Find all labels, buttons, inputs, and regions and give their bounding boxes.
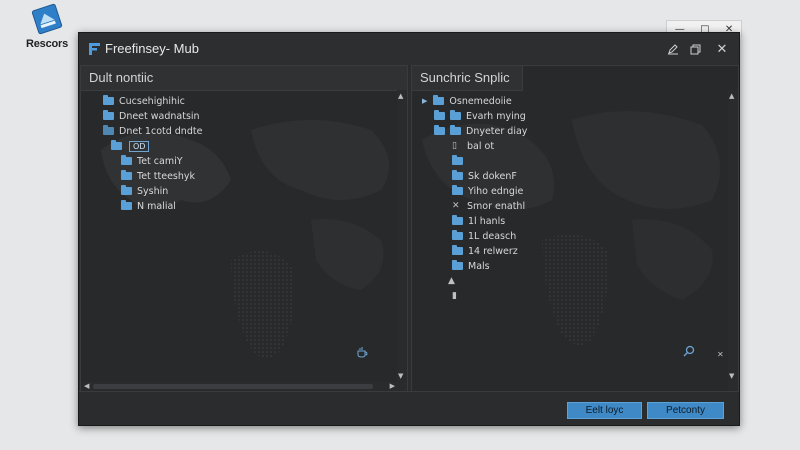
- main-window: Freefinsey- Mub ✕ Dult nontiic Cucsehigh…: [78, 32, 740, 426]
- search-icon[interactable]: [682, 344, 696, 358]
- left-pane-header: Dult nontiic: [81, 66, 407, 91]
- tree-item[interactable]: N malial: [121, 199, 176, 213]
- folder-icon: [103, 125, 114, 135]
- tree-item[interactable]: OD: [111, 139, 150, 153]
- tree-item[interactable]: ▯ bal ot: [452, 139, 494, 153]
- folder-icon: [433, 95, 445, 105]
- x-icon: ✕: [452, 201, 460, 211]
- tree-item[interactable]: ▲: [448, 274, 463, 288]
- tree-item[interactable]: Dnyeter diay: [434, 124, 527, 138]
- folder-icon: [111, 140, 122, 150]
- tree-item[interactable]: Dnet 1cotd dndte: [103, 124, 202, 138]
- cup-icon: [357, 347, 368, 358]
- scroll-down-icon[interactable]: ▼: [729, 372, 734, 380]
- folder-icon: [103, 110, 114, 120]
- tree-item[interactable]: 1l hanls: [452, 214, 505, 228]
- tree-item[interactable]: ▮: [452, 289, 467, 303]
- right-vertical-scrollbar[interactable]: ▲ ▼: [728, 90, 738, 392]
- tree-item[interactable]: ▶ Osnemedoiie: [422, 94, 512, 108]
- scroll-thumb[interactable]: [93, 384, 373, 389]
- tree-item[interactable]: [452, 154, 468, 168]
- app-logo-icon: [89, 43, 100, 55]
- expand-arrow-icon[interactable]: ▶: [422, 97, 427, 105]
- tree-item[interactable]: Sk dokenF: [452, 169, 517, 183]
- item-tag: OD: [129, 140, 150, 152]
- tree-item[interactable]: Evarh mying: [434, 109, 526, 123]
- right-pane-header: Sunchric Snplic: [412, 66, 523, 91]
- desktop-icon[interactable]: Rescors: [22, 2, 72, 50]
- left-pane: Dult nontiic Cucsehighihic Dneet wadnats…: [80, 65, 408, 393]
- folder-icon: [452, 215, 463, 225]
- desktop-icon-label: Rescors: [25, 38, 68, 50]
- title-bar[interactable]: Freefinsey- Mub ✕: [79, 33, 739, 65]
- window-title: Freefinsey- Mub: [105, 41, 199, 56]
- tree-item[interactable]: 14 relwerz: [452, 244, 518, 258]
- close-button[interactable]: ✕: [711, 39, 733, 59]
- folder-icon: [452, 245, 463, 255]
- folder-icon: [103, 95, 114, 105]
- tree-item[interactable]: Syshin: [121, 184, 168, 198]
- folder-icon: [450, 125, 461, 135]
- folder-icon: [450, 110, 461, 120]
- tree-item[interactable]: Tet camiY: [121, 154, 183, 168]
- scroll-up-icon[interactable]: ▲: [729, 92, 734, 100]
- right-pane: Sunchric Snplic ▶ Osnemedoiie Evarh myin…: [411, 65, 739, 393]
- tilted-blue-app-icon: [30, 2, 64, 36]
- restore-button[interactable]: [684, 39, 706, 59]
- folder-icon: [121, 155, 132, 165]
- scroll-right-icon[interactable]: ▶: [390, 382, 395, 390]
- tree-item[interactable]: Yiho edngie: [452, 184, 523, 198]
- folder-icon: [434, 110, 445, 120]
- folder-icon: [434, 125, 445, 135]
- resize-corner-icon[interactable]: ✕: [717, 350, 724, 359]
- scroll-left-icon[interactable]: ◀: [84, 382, 89, 390]
- pen-button[interactable]: [662, 39, 684, 59]
- folder-icon: [452, 185, 463, 195]
- tree-item[interactable]: Dneet wadnatsin: [103, 109, 200, 123]
- scroll-up-icon[interactable]: ▲: [398, 92, 403, 100]
- close-icon: ✕: [716, 41, 728, 57]
- tree-item[interactable]: Tet tteeshyk: [121, 169, 195, 183]
- folder-icon: [452, 260, 463, 270]
- scroll-down-icon[interactable]: ▼: [398, 372, 403, 380]
- tree-item[interactable]: ✕ Smor enathl: [452, 199, 525, 213]
- folder-icon: [121, 200, 132, 210]
- folder-icon: [121, 185, 132, 195]
- folder-icon: [452, 155, 463, 165]
- document-icon: ▯: [452, 141, 457, 151]
- tree-item[interactable]: 1L deasch: [452, 229, 516, 243]
- folder-icon: [121, 170, 132, 180]
- footer-bar: Eelt loyc Petconty: [79, 391, 739, 425]
- folder-icon: [452, 170, 463, 180]
- restore-icon: [690, 44, 700, 54]
- primary-button[interactable]: Eelt loyc: [567, 402, 642, 419]
- drive-icon: ▲: [448, 276, 455, 286]
- secondary-button[interactable]: Petconty: [647, 402, 724, 419]
- folder-icon: [452, 230, 463, 240]
- file-icon: ▮: [452, 291, 457, 301]
- left-vertical-scrollbar[interactable]: ▲ ▼: [397, 90, 407, 392]
- pen-icon: [668, 44, 678, 55]
- tree-item[interactable]: Mals: [452, 259, 490, 273]
- tree-item[interactable]: Cucsehighihic: [103, 94, 185, 108]
